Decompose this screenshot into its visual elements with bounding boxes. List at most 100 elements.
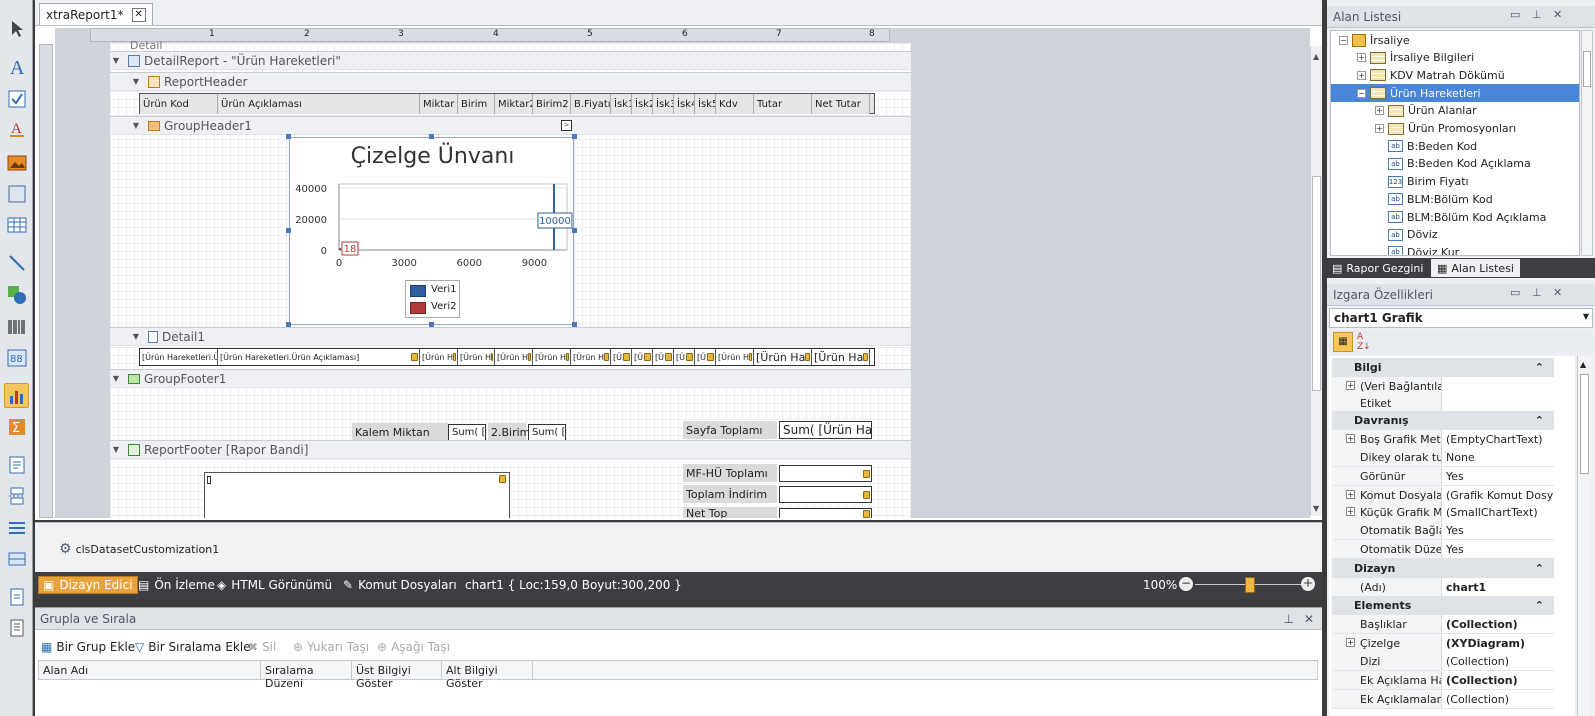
property-row[interactable]: (Adı) chart1 — [1332, 578, 1554, 597]
close-icon[interactable]: ✕ — [131, 7, 146, 22]
mf-hu-value[interactable] — [779, 465, 872, 482]
band-group-header[interactable]: ▼ GroupHeader1 > — [110, 116, 911, 135]
resize-handle[interactable] — [572, 134, 577, 139]
detail-cell[interactable]: [Ürün H — [716, 349, 754, 365]
picture-tool-icon[interactable] — [4, 150, 29, 175]
minimize-icon[interactable]: ▭ — [1510, 286, 1520, 299]
tree-item[interactable]: − Ürün Hareketleri — [1331, 84, 1579, 103]
shape-tool-icon[interactable] — [4, 282, 29, 307]
expand-icon[interactable]: + — [1346, 490, 1355, 499]
net-toplam-value[interactable] — [779, 508, 872, 518]
category-davranis[interactable]: Davranış ⌃ — [1332, 411, 1554, 430]
pageinfo-tool-icon[interactable] — [4, 584, 29, 609]
tab-html-view[interactable]: ◈ HTML Görünümü — [217, 576, 332, 594]
kalem-miktar-label[interactable]: Kalem Miktan — [352, 423, 448, 441]
expand-icon[interactable]: − — [1339, 35, 1348, 45]
sayfa-toplami-label[interactable]: Sayfa Toplamı — [683, 421, 777, 439]
expand-icon[interactable]: + — [1346, 381, 1355, 390]
property-value[interactable]: (Collection) — [1442, 652, 1554, 670]
header-cell[interactable]: Miktar — [420, 94, 458, 114]
sum-field-2[interactable]: Sum( [ — [528, 424, 566, 441]
detail-cell[interactable]: [Ü — [653, 349, 674, 365]
designer-vertical-scrollbar[interactable]: ▲ ▼ — [1310, 46, 1322, 516]
property-row[interactable]: Görünür Yes — [1332, 467, 1554, 486]
header-cell[interactable]: İsk4 — [674, 94, 695, 114]
band-detail-report[interactable]: ▼ DetailReport - "Ürün Hareketleri" — [110, 51, 911, 70]
category-bilgi[interactable]: Bilgi ⌃ — [1332, 358, 1554, 377]
property-row[interactable]: Otomatik Düzen /Yes — [1332, 540, 1554, 559]
selected-object-dropdown[interactable]: chart1 Grafik ▼ — [1329, 308, 1593, 328]
property-value[interactable]: None — [1442, 448, 1554, 466]
header-cell[interactable]: İsk2 — [632, 94, 653, 114]
detail-cell[interactable]: [Ü — [695, 349, 716, 365]
chart-tool-icon[interactable] — [4, 383, 29, 408]
scroll-thumb[interactable] — [1312, 176, 1321, 391]
property-value[interactable] — [1442, 377, 1554, 395]
band-group-footer[interactable]: ▼ GroupFooter1 — [110, 369, 911, 388]
move-down-button[interactable]: ⊕ Aşağı Taşı — [377, 638, 450, 656]
tree-item[interactable]: +abBLM:Bölüm Kod — [1331, 190, 1579, 208]
table-tool-icon[interactable] — [4, 212, 29, 237]
field-list-tree[interactable]: − İrsaliye + İrsaliye Bilgileri + KDV Matrah … — [1330, 30, 1580, 256]
component-item[interactable]: ⚙ clsDatasetCustomization1 — [59, 541, 219, 557]
property-value[interactable]: (Collection) — [1442, 671, 1554, 689]
categorized-icon[interactable]: ▦ — [1333, 332, 1353, 352]
property-value[interactable]: (Collection) — [1442, 615, 1554, 633]
header-table[interactable]: Ürün Kod Ürün Açıklaması Miktar Birim Miktar… — [139, 93, 875, 114]
collapse-icon[interactable]: ▼ — [130, 332, 142, 341]
property-value[interactable]: (SmallChartText) — [1442, 503, 1554, 521]
collapse-icon[interactable]: ▼ — [130, 121, 142, 130]
band-detail1[interactable]: ▼ Detail1 — [110, 327, 911, 346]
property-value[interactable]: Yes — [1442, 540, 1554, 558]
property-value[interactable]: (EmptyChartText) — [1442, 430, 1554, 448]
resize-handle[interactable] — [286, 228, 291, 233]
footer-container[interactable] — [204, 472, 510, 518]
resize-handle[interactable] — [572, 228, 577, 233]
detail-cell[interactable]: [Ürün H — [495, 349, 533, 365]
expand-icon[interactable]: − — [1357, 88, 1366, 98]
property-row[interactable]: + Çizelge (XYDiagram) — [1332, 634, 1554, 653]
expand-icon[interactable]: + — [1346, 434, 1355, 443]
sum-tool-icon[interactable]: Σ — [4, 414, 29, 439]
scroll-up-icon[interactable]: ▲ — [1580, 360, 1586, 369]
delete-button[interactable]: ✖ Sil — [248, 638, 276, 656]
scroll-up-icon[interactable]: ▲ — [1313, 52, 1319, 61]
scroll-thumb[interactable] — [1580, 374, 1589, 474]
column-header[interactable]: Alt Bilgiyi Göster — [442, 661, 533, 690]
zipcode-tool-icon[interactable]: 88 — [4, 345, 29, 370]
property-value[interactable]: Yes — [1442, 467, 1554, 485]
toplam-indirim-label[interactable]: Toplam İndirim — [683, 485, 777, 503]
category-elements[interactable]: Elements ⌃ — [1332, 596, 1554, 615]
property-row[interactable]: Otomatik BağlantYes — [1332, 521, 1554, 540]
category-dizayn[interactable]: Dizayn ⌃ — [1332, 559, 1554, 578]
detail-cell[interactable]: [Ürün H — [458, 349, 495, 365]
expand-icon[interactable]: + — [1346, 507, 1355, 516]
close-icon[interactable]: ✕ — [1553, 8, 1562, 21]
collapse-icon[interactable]: ⌃ — [1535, 361, 1544, 374]
resize-handle[interactable] — [429, 134, 434, 139]
header-cell[interactable]: Net Tutar — [812, 94, 870, 114]
toplam-indirim-value[interactable] — [779, 486, 872, 503]
header-cell[interactable]: İsk3 — [653, 94, 674, 114]
property-row[interactable]: Dizi (Collection) — [1332, 652, 1554, 671]
detail-cell[interactable]: [Ürün H — [533, 349, 571, 365]
header-cell[interactable]: Birim2 — [533, 94, 571, 114]
mf-hu-toplami-label[interactable]: MF-HÜ Toplamı — [683, 464, 777, 482]
tab-preview[interactable]: ▤ Ön İzleme — [138, 576, 215, 594]
tree-item[interactable]: +abB:Beden Kod Açıklama — [1331, 155, 1579, 173]
label-tool-icon[interactable]: A — [4, 54, 29, 79]
richtext-tool-icon[interactable]: A — [4, 116, 29, 141]
expand-icon[interactable]: + — [1346, 638, 1355, 647]
column-header[interactable]: Alan Adı — [39, 661, 261, 679]
header-cell[interactable]: İsk5 — [695, 94, 716, 114]
tree-item[interactable]: +123Birim Fiyatı — [1331, 173, 1579, 191]
add-group-button[interactable]: ▦ Bir Grup Ekle — [41, 638, 135, 656]
add-sort-button[interactable]: ▽ Bir Sıralama Ekle — [135, 638, 251, 656]
scroll-down-icon[interactable]: ▼ — [1313, 504, 1319, 513]
barcode-tool-icon[interactable] — [4, 314, 29, 339]
collapse-icon[interactable]: ▼ — [110, 56, 122, 65]
header-cell[interactable]: Ürün Açıklaması — [218, 94, 420, 114]
crossband-line-icon[interactable] — [4, 515, 29, 540]
expand-icon[interactable]: + — [1375, 124, 1384, 133]
detail-cell[interactable]: [Ürün H — [571, 349, 611, 365]
